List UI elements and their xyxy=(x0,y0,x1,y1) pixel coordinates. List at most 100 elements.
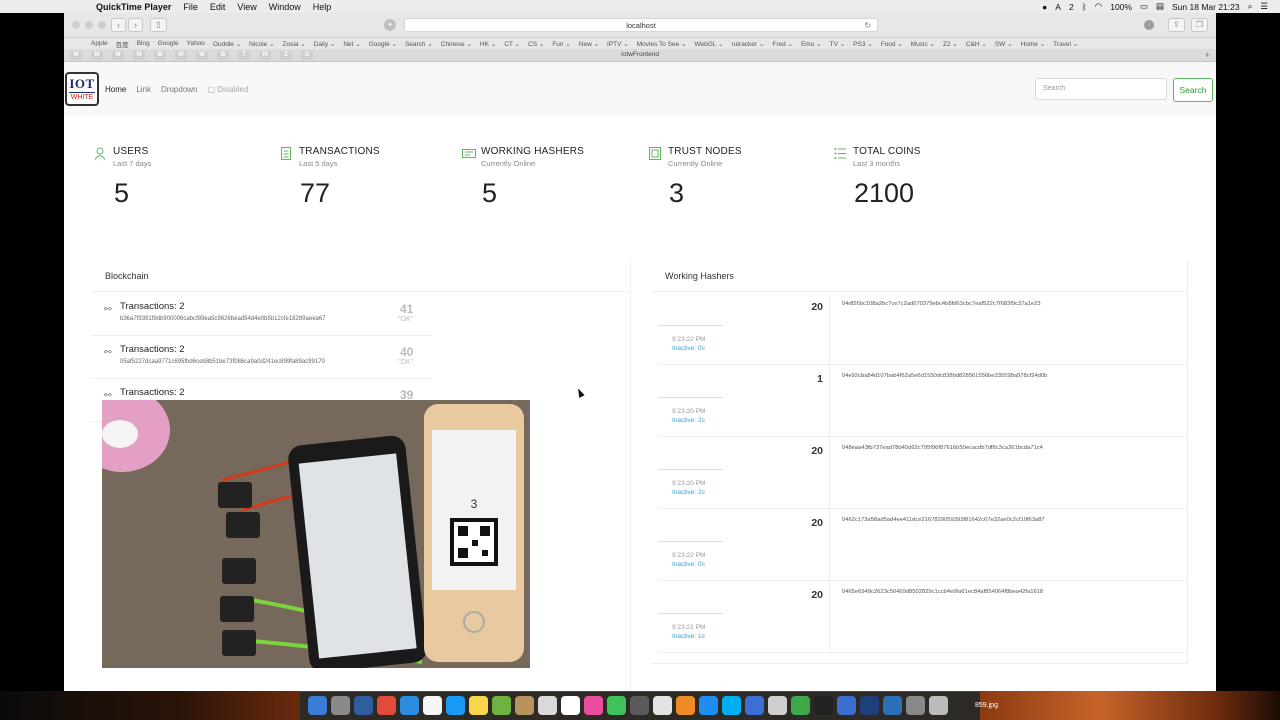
mail-icon[interactable] xyxy=(400,696,419,715)
tabs-overview-icon[interactable]: ❐ xyxy=(1191,18,1208,32)
bookmark-item[interactable]: CT ⌄ xyxy=(504,40,520,48)
bookmark-item[interactable]: Google xyxy=(158,40,179,47)
nav-dropdown[interactable]: Dropdown xyxy=(161,85,197,94)
flag-icon[interactable]: ▤ xyxy=(1156,1,1164,12)
block-row[interactable]: ⚯ Transactions: 2 b36a7f9391f9db900006ca… xyxy=(91,293,431,336)
terminal-icon[interactable] xyxy=(814,696,833,715)
active-tab-title[interactable]: IotwFrontend xyxy=(64,51,1216,58)
download-icon[interactable]: ↓ xyxy=(1144,20,1154,30)
bookmark-item[interactable]: CS ⌄ xyxy=(528,40,544,48)
bookmark-item[interactable]: Apple xyxy=(91,40,108,47)
bookmark-item[interactable]: TV ⌄ xyxy=(830,40,846,48)
hasher-row[interactable]: 9:23:20 PM Inactive: 2s 20 048eaa43fb737… xyxy=(658,437,1188,509)
finder-icon[interactable] xyxy=(308,696,327,715)
reload-icon[interactable]: ↻ xyxy=(864,19,871,32)
bookmark-item[interactable]: Ouddle ⌄ xyxy=(213,40,241,48)
bookmark-item[interactable]: WebGL ⌄ xyxy=(695,40,724,48)
bookmark-item[interactable]: Chinese ⌄ xyxy=(441,40,472,48)
books-icon[interactable] xyxy=(676,696,695,715)
nav-link[interactable]: Link xyxy=(136,85,151,94)
hasher-row[interactable]: 9:23:20 PM Inactive: 2s 1 04e92cba84d107… xyxy=(658,365,1188,437)
notification-center-icon[interactable]: ☰ xyxy=(1260,1,1268,12)
xcode-icon[interactable] xyxy=(837,696,856,715)
quicktime-icon[interactable] xyxy=(883,696,902,715)
bookmark-item[interactable]: 百度 xyxy=(116,39,129,49)
bookmark-item[interactable]: Daily ⌄ xyxy=(314,40,336,48)
battery-icon[interactable]: ▭ xyxy=(1140,1,1148,12)
menu-help[interactable]: Help xyxy=(313,2,332,12)
bookmark-item[interactable]: Travel ⌄ xyxy=(1053,40,1078,48)
privacy-shield-icon[interactable]: ● xyxy=(384,19,396,31)
address-bar[interactable]: localhost ↻ xyxy=(404,18,878,32)
android-icon[interactable] xyxy=(791,696,810,715)
facetime-icon[interactable] xyxy=(607,696,626,715)
minimize-window-button[interactable] xyxy=(85,21,93,29)
bookmark-item[interactable]: Zosia ⌄ xyxy=(282,40,305,48)
bookmark-item[interactable]: Search ⌄ xyxy=(405,40,433,48)
bookmark-item[interactable]: Fred ⌄ xyxy=(772,40,793,48)
preferences-icon[interactable] xyxy=(630,696,649,715)
search-button[interactable]: Search xyxy=(1173,78,1213,102)
bookmark-item[interactable]: Bing xyxy=(137,40,150,47)
skype-icon[interactable] xyxy=(722,696,741,715)
photos-icon[interactable] xyxy=(584,696,603,715)
zoom-window-button[interactable] xyxy=(98,21,106,29)
notes-icon[interactable] xyxy=(423,696,442,715)
bookmark-item[interactable]: IPTV ⌄ xyxy=(607,40,629,48)
downloads-icon[interactable] xyxy=(906,696,925,715)
menu-file[interactable]: File xyxy=(183,2,198,12)
bookmark-item[interactable]: C&H ⌄ xyxy=(966,40,987,48)
contacts-icon[interactable] xyxy=(515,696,534,715)
video-overlay[interactable]: 3 xyxy=(102,400,530,668)
bookmark-item[interactable]: Movies To See ⌄ xyxy=(637,40,687,48)
launchpad-icon[interactable] xyxy=(331,696,350,715)
record-icon[interactable]: ● xyxy=(1042,2,1047,12)
spotlight-icon[interactable]: ⌕ xyxy=(1248,1,1253,12)
menu-view[interactable]: View xyxy=(237,2,256,12)
bookmark-item[interactable]: Net ⌄ xyxy=(343,40,360,48)
menu-edit[interactable]: Edit xyxy=(210,2,226,12)
block-row[interactable]: ⚯ Transactions: 2 05af5227dcaa9771c695fb… xyxy=(91,336,431,379)
bookmark-item[interactable]: Music ⌄ xyxy=(911,40,935,48)
clock[interactable]: Sun 18 Mar 21:23 xyxy=(1172,2,1240,12)
nav-home[interactable]: Home xyxy=(105,85,126,94)
app-store-icon[interactable] xyxy=(699,696,718,715)
calendar-icon[interactable] xyxy=(561,696,580,715)
menu-window[interactable]: Window xyxy=(269,2,301,12)
vpn-icon[interactable] xyxy=(860,696,879,715)
back-icon[interactable]: ‹ xyxy=(111,18,126,32)
bookmark-item[interactable]: Food ⌄ xyxy=(881,40,903,48)
desktop-file-label[interactable]: 859.jpg xyxy=(975,702,998,709)
new-tab-icon[interactable]: + xyxy=(1205,50,1210,60)
forward-icon[interactable]: › xyxy=(128,18,143,32)
hasher-row[interactable]: 9:23:22 PM Inactive: 0s 20 04df26bc108a2… xyxy=(658,293,1188,365)
stickies-icon[interactable] xyxy=(469,696,488,715)
bookmark-item[interactable]: Home ⌄ xyxy=(1021,40,1046,48)
bookmark-item[interactable]: HK ⌄ xyxy=(480,40,496,48)
bluetooth-icon[interactable]: ᛒ xyxy=(1082,2,1087,12)
trash-icon[interactable] xyxy=(929,696,948,715)
hasher-row[interactable]: 9:23:22 PM Inactive: 0s 20 0462c173a58ad… xyxy=(658,509,1188,581)
bookmark-item[interactable]: Fun ⌄ xyxy=(552,40,570,48)
teamviewer-icon[interactable] xyxy=(745,696,764,715)
bookmark-item[interactable]: rutracker ⌄ xyxy=(731,40,764,48)
bookmark-item[interactable]: Z2 ⌄ xyxy=(943,40,958,48)
share-icon[interactable]: ⇪ xyxy=(1168,18,1185,32)
wifi-icon[interactable]: ◠ xyxy=(1095,1,1102,12)
bookmark-item[interactable]: Emu ⌄ xyxy=(801,40,822,48)
bookmark-item[interactable]: New ⌄ xyxy=(579,40,599,48)
bookmark-item[interactable]: Nicole ⌄ xyxy=(249,40,274,48)
bookmark-item[interactable]: SW ⌄ xyxy=(995,40,1013,48)
bookmark-item[interactable]: Google ⌄ xyxy=(369,40,397,48)
iot-white-logo[interactable]: IOT WHITE xyxy=(65,72,99,106)
calculator-icon[interactable] xyxy=(768,696,787,715)
chrome-icon[interactable] xyxy=(377,696,396,715)
textedit-icon[interactable] xyxy=(653,696,672,715)
maps-icon[interactable] xyxy=(492,696,511,715)
menu-app-name[interactable]: QuickTime Player xyxy=(96,2,171,12)
sidebar-toggle-icon[interactable]: ▯ xyxy=(150,18,167,32)
safari-icon[interactable] xyxy=(354,696,373,715)
hasher-row[interactable]: 9:23:21 PM Inactive: 1s 20 0465e6949c262… xyxy=(658,581,1188,653)
bookmark-item[interactable]: Yahoo xyxy=(187,40,205,47)
search-input[interactable]: Search xyxy=(1035,78,1167,100)
